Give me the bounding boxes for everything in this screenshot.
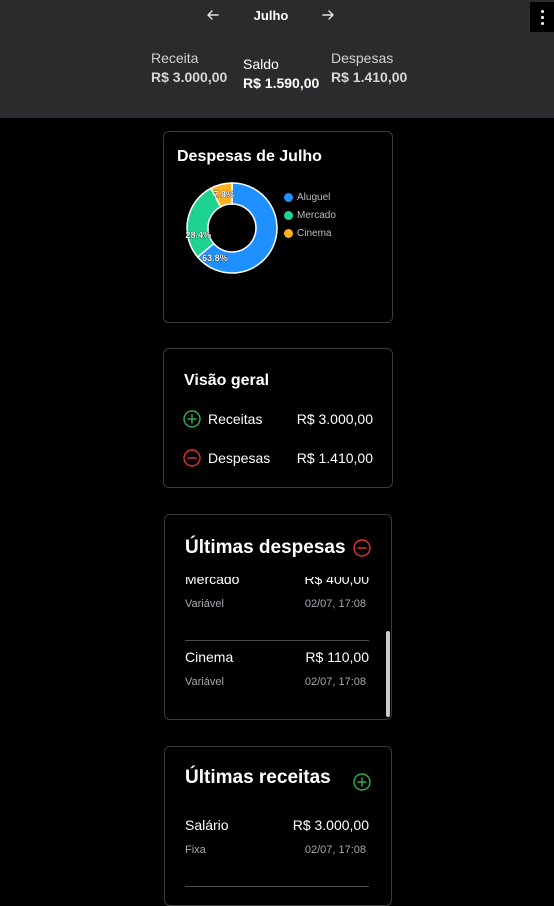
list-item[interactable]: Salário R$ 3.000,00 Fixa 02/07, 17:08 [185,809,369,887]
summary-despesas-value: R$ 1.410,00 [331,69,408,85]
entry-date: 02/07, 17:08 [304,598,366,610]
arrow-right-icon[interactable] [320,7,336,23]
summary-despesas-label: Despesas [331,50,394,66]
entry-name: Cinema [185,649,234,665]
minus-circle-icon[interactable] [353,539,371,557]
month-title: Julho [253,8,289,23]
legend-item-mercado[interactable]: Mercado [284,206,336,224]
month-navigation: Julho [0,0,554,32]
entry-date: 02/07, 17:08 [304,844,366,856]
legend-item-aluguel[interactable]: Aluguel [284,188,336,206]
chart-title: Despesas de Julho [177,148,322,165]
expenses-scrollbar[interactable] [386,577,390,717]
entry-name: Salário [185,817,229,833]
entry-date: 02/07, 17:08 [304,676,366,688]
overview-despesas-row[interactable]: Despesas R$ 1.410,00 [183,448,373,468]
latest-expenses-card: Últimas despesas Mercado R$ 400,00 Variá… [164,514,392,720]
entry-value: R$ 3.000,00 [292,817,369,833]
chart-legend: Aluguel Mercado Cinema [284,188,336,242]
income-list[interactable]: Salário R$ 3.000,00 Fixa 02/07, 17:08 [185,809,369,905]
overview-receitas-label: Receitas [208,411,263,427]
overview-receitas-value: R$ 3.000,00 [296,411,373,427]
more-vertical-icon[interactable] [530,2,554,32]
summary-despesas: Despesas R$ 1.410,00 [331,50,407,85]
list-item[interactable]: Cinema R$ 110,00 Variável 02/07, 17:08 [185,641,369,717]
summary-saldo-value: R$ 1.590,00 [243,75,320,91]
summary-saldo: Saldo R$ 1.590,00 [243,56,319,91]
summary-header: Julho Receita R$ 3.000,00 Saldo R$ 1.590… [0,0,554,118]
arrow-left-icon[interactable] [205,7,221,23]
plus-circle-icon [183,410,201,428]
plus-circle-icon[interactable] [353,773,371,791]
overview-title: Visão geral [184,372,270,389]
overview-despesas-label: Despesas [208,450,271,466]
summary-receita-value: R$ 3.000,00 [151,69,228,85]
overview-receitas-row[interactable]: Receitas R$ 3.000,00 [183,409,373,429]
scrollbar-thumb[interactable] [386,631,390,717]
legend-swatch [284,192,293,202]
summary-receita-label: Receita [151,50,199,66]
legend-swatch [284,228,293,238]
list-item[interactable]: Mercado R$ 400,00 Variável 02/07, 17:08 [185,577,369,641]
legend-swatch [284,210,293,220]
latest-income-card: Últimas receitas Salário R$ 3.000,00 Fix… [164,746,392,906]
summary-saldo-label: Saldo [243,56,279,72]
entry-type: Fixa [185,844,206,856]
legend-item-cinema[interactable]: Cinema [284,224,336,242]
overview-despesas-value: R$ 1.410,00 [296,450,373,466]
entry-type: Variável [185,598,224,610]
legend-label: Aluguel [297,191,331,203]
latest-expenses-title: Últimas despesas [185,537,346,558]
expenses-chart-card: Despesas de Julho 63.8% 28.4% 7.8% Aluguel… [163,131,393,323]
latest-income-title: Últimas receitas [185,767,331,788]
legend-label: Mercado [297,209,336,221]
entry-value: R$ 110,00 [305,649,369,665]
donut-label-aluguel: 63.8% [202,253,228,263]
donut-label-mercado: 28.4% [185,230,211,240]
expenses-donut-chart: 63.8% 28.4% 7.8% [185,182,278,274]
entry-name: Mercado [185,577,240,587]
entry-type: Variável [185,676,224,688]
minus-circle-icon [183,449,201,467]
legend-label: Cinema [297,227,332,239]
donut-label-cinema: 7.8% [213,190,234,200]
summary-receita: Receita R$ 3.000,00 [151,50,227,85]
entry-value: R$ 400,00 [304,577,369,587]
expenses-list[interactable]: Mercado R$ 400,00 Variável 02/07, 17:08 … [185,577,369,717]
